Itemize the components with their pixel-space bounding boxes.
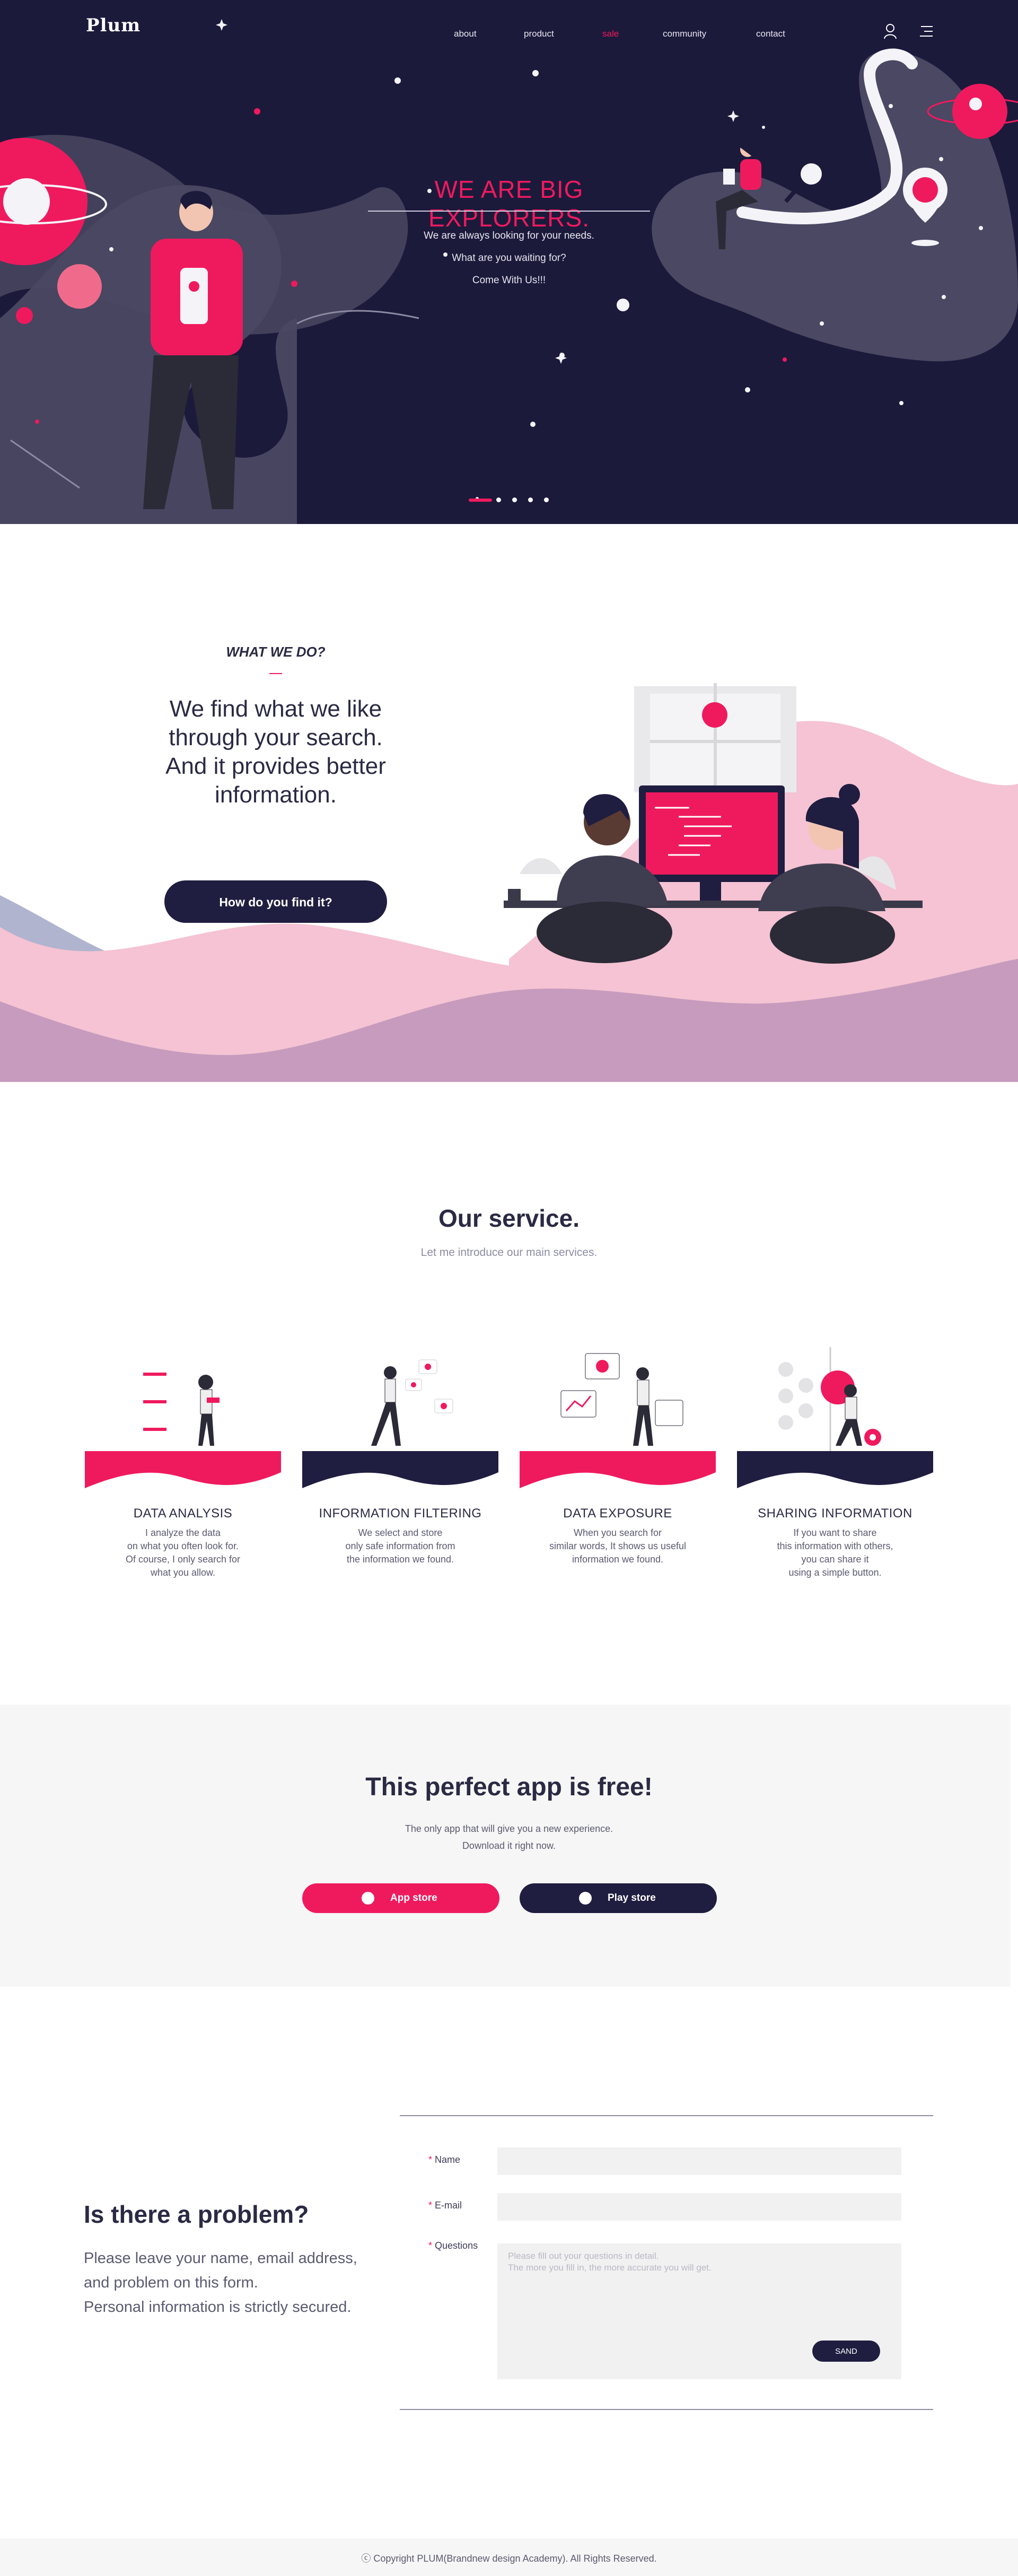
nav-community[interactable]: community	[663, 29, 706, 39]
hero-line-2: What are you waiting for?	[452, 252, 566, 264]
card-title: SHARING INFORMATION	[758, 1506, 912, 1521]
card-desc-line: you can share it	[801, 1554, 869, 1565]
hero-line-3: Come With Us!!!	[472, 275, 546, 286]
service-section: Our service. Let me introduce our main s…	[0, 1082, 1018, 1705]
filtering-illustration	[371, 1359, 453, 1446]
section-label-underline	[269, 673, 282, 674]
heading-line-1: We find what we like	[169, 696, 382, 722]
service-card-information-filtering	[302, 1337, 498, 1506]
slider-dot[interactable]	[496, 497, 501, 502]
heading-line-3: And it provides better	[165, 753, 386, 779]
name-input[interactable]	[497, 2147, 901, 2175]
card-desc-line: using a simple button.	[788, 1567, 882, 1578]
play-store-label: Play store	[608, 1892, 656, 1903]
card-desc-line: this information with others,	[777, 1541, 893, 1551]
data-analysis-illustration	[143, 1373, 220, 1446]
contact-line-2: and problem on this form.	[84, 2274, 258, 2291]
card-title: DATA EXPOSURE	[563, 1506, 672, 1521]
contact-line-1: Please leave your name, email address,	[84, 2250, 357, 2267]
app-store-label: App store	[390, 1892, 437, 1903]
contact-title: Is there a problem?	[84, 2200, 309, 2228]
nav-about[interactable]: about	[454, 29, 477, 39]
service-title: Our service.	[438, 1204, 580, 1232]
app-line-2: Download it right now.	[462, 1840, 556, 1851]
menu-icon[interactable]	[919, 25, 934, 37]
name-label-text: Name	[435, 2154, 461, 2165]
section-label: WHAT WE DO?	[226, 644, 326, 660]
slider-dot[interactable]	[528, 497, 533, 502]
placeholder-line: The more you fill in, the more accurate …	[508, 2263, 712, 2273]
required-mark: *	[428, 2200, 433, 2211]
card-wave	[520, 1451, 716, 1488]
hero-title: WE ARE BIG EXPLORERS.	[428, 176, 590, 232]
required-mark: *	[428, 2154, 433, 2165]
email-input[interactable]	[497, 2193, 901, 2221]
contact-section: Is there a problem? Please leave your na…	[0, 1987, 1018, 2538]
service-card-sharing-information	[737, 1337, 933, 1506]
logo[interactable]: Plum	[86, 15, 141, 36]
sharing-illustration	[778, 1347, 881, 1451]
form-bottom-rule	[400, 2409, 933, 2410]
app-store-button[interactable]: App store	[302, 1883, 499, 1913]
play-store-button[interactable]: Play store	[520, 1883, 717, 1913]
placeholder-line: Please fill out your questions in detail…	[508, 2251, 659, 2261]
card-desc-line: on what you often look for.	[127, 1541, 239, 1551]
slider-dot-active[interactable]	[469, 499, 492, 502]
questions-placeholder: Please fill out your questions in detail…	[508, 2250, 712, 2274]
what-we-do-section: WHAT WE DO? We find what we like through…	[0, 524, 1018, 1082]
nav-sale[interactable]: sale	[602, 29, 619, 39]
hero-divider	[368, 211, 650, 212]
card-desc-line: only safe information from	[345, 1541, 455, 1551]
exposure-illustration	[560, 1353, 683, 1446]
nav-contact[interactable]: contact	[756, 29, 785, 39]
section-heading: We find what we like through your search…	[127, 695, 424, 809]
card-desc-line: We select and store	[358, 1527, 443, 1538]
service-subtitle: Let me introduce our main services.	[420, 1246, 598, 1259]
footer: ⓒ Copyright PLUM(Brandnew design Academy…	[0, 2538, 1018, 2576]
card-desc-line: I analyze the data	[145, 1527, 221, 1538]
card-wave	[302, 1451, 498, 1488]
slider-dot[interactable]	[544, 497, 549, 502]
card-description: If you want to share this information wi…	[737, 1526, 933, 1579]
card-title: INFORMATION FILTERING	[319, 1506, 482, 1521]
heading-line-2: through your search.	[169, 724, 383, 750]
card-desc-line: what you allow.	[150, 1567, 216, 1578]
card-desc-line: similar words, It shows us useful	[549, 1541, 687, 1551]
card-desc-line: information we found.	[572, 1554, 664, 1565]
apple-icon	[362, 1892, 374, 1905]
nav-product[interactable]: product	[524, 29, 554, 39]
send-button[interactable]: SAND	[812, 2341, 880, 2362]
card-desc-line: If you want to share	[793, 1527, 877, 1538]
card-description: We select and store only safe informatio…	[302, 1526, 498, 1566]
slider-dot[interactable]	[512, 497, 517, 502]
service-card-data-analysis	[85, 1337, 281, 1506]
copyright-text: ⓒ Copyright PLUM(Brandnew design Academy…	[361, 2553, 657, 2564]
hero-line-1: We are always looking for your needs.	[424, 230, 594, 241]
card-description: I analyze the data on what you often loo…	[85, 1526, 281, 1579]
card-wave	[737, 1451, 933, 1488]
questions-label: * Questions	[428, 2240, 478, 2251]
heading-line-4: information.	[215, 782, 337, 808]
email-label: * E-mail	[428, 2200, 462, 2211]
card-desc-line: Of course, I only search for	[125, 1554, 241, 1565]
contact-line-3: Personal information is strictly secured…	[84, 2299, 352, 2316]
play-icon	[579, 1892, 592, 1905]
service-card-data-exposure	[520, 1337, 716, 1506]
email-label-text: E-mail	[435, 2200, 462, 2211]
card-desc-line: the information we found.	[346, 1554, 454, 1565]
app-title: This perfect app is free!	[365, 1773, 653, 1801]
questions-label-text: Questions	[435, 2240, 478, 2251]
card-desc-line: When you search for	[573, 1527, 662, 1538]
hero-section: Plum about product sale community contac…	[0, 0, 1018, 524]
required-mark: *	[428, 2240, 433, 2251]
card-wave	[85, 1451, 281, 1488]
card-description: When you search for similar words, It sh…	[520, 1526, 716, 1566]
card-title: DATA ANALYSIS	[133, 1506, 233, 1521]
find-out-button[interactable]: How do you find it?	[164, 880, 387, 923]
name-label: * Name	[428, 2154, 460, 2165]
user-icon[interactable]	[883, 23, 897, 39]
app-line-1: The only app that will give you a new ex…	[405, 1823, 613, 1834]
form-top-rule	[400, 2115, 933, 2116]
app-download-section: This perfect app is free! The only app t…	[0, 1705, 1011, 1987]
